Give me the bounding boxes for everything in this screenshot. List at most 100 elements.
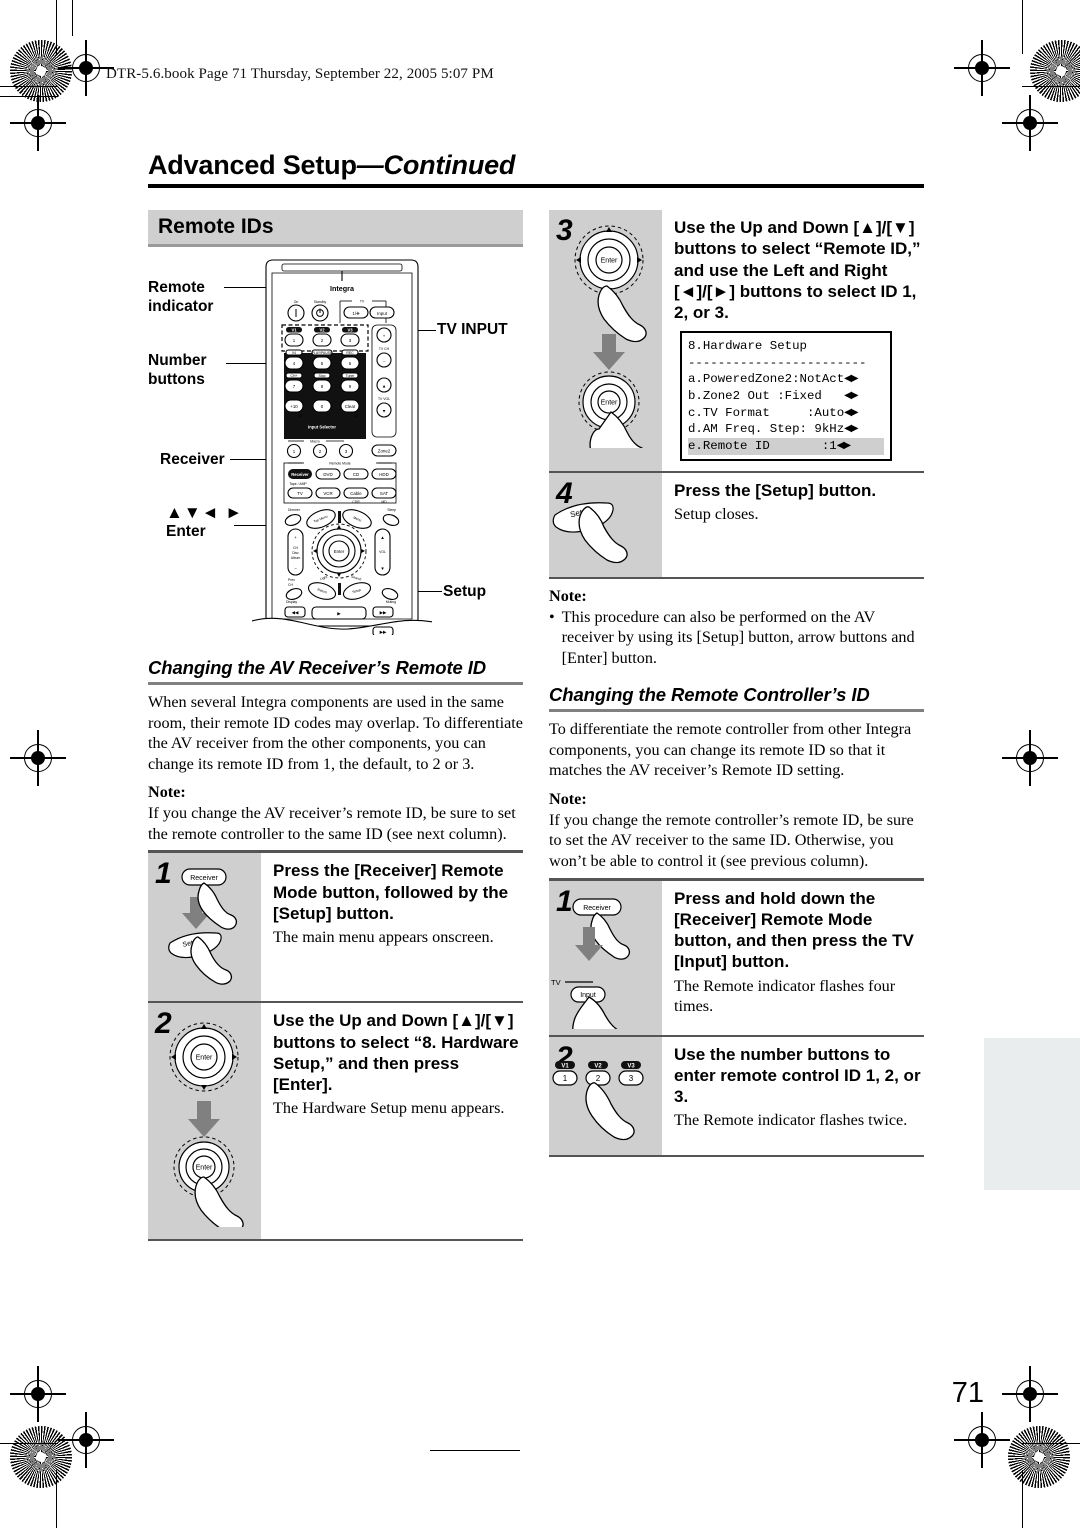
registration-mark-right-middle — [1002, 730, 1058, 786]
lcd-arrow-icon-2: ◀▶ — [844, 406, 858, 418]
remote-body-graphic: .ol{fill:#fff;stroke:#000;stroke-width:1… — [252, 259, 432, 635]
title-divider — [148, 184, 924, 188]
svg-text:2: 2 — [596, 1074, 601, 1083]
svg-text:Prev: Prev — [288, 578, 295, 582]
step-2-left-figure: 2 .w{fill:#fff;stroke:#000;stroke-width:… — [148, 1003, 261, 1240]
step-1-right-sub: The Remote indicator flashes four times. — [674, 976, 896, 1016]
svg-text:DVD: DVD — [323, 472, 332, 477]
step-2-right-heading: Use the number buttons to enter remote c… — [674, 1044, 921, 1107]
svg-text:Sleep: Sleep — [387, 508, 396, 512]
right-note2-label: Note: — [549, 789, 587, 808]
step-2-right-sub: The Remote indicator flashes twice. — [674, 1111, 908, 1130]
registration-mark-left-lower — [10, 1366, 66, 1422]
lcd-menu-row-2: c.TV Format :Auto◀▶ — [688, 405, 884, 422]
callout-arrows-label: ▲▼◄ ► — [166, 503, 244, 522]
svg-text:PLAY/PAUSE: PLAY/PAUSE — [312, 351, 333, 355]
right-steps-top: 3 .w3{fill:#fff;stroke:#000;stroke-width… — [549, 210, 924, 579]
step-1-left-figure: 1 .b{fill:#fff;stroke:#000;stroke-width:… — [148, 853, 261, 1002]
svg-text:CD: CD — [353, 472, 359, 477]
section-header-bar: Remote IDs — [148, 210, 523, 244]
svg-text:Receiver: Receiver — [583, 905, 611, 912]
step-panel-1-left: 1 .b{fill:#fff;stroke:#000;stroke-width:… — [148, 853, 523, 1004]
step-4-figure: 4 .w4{fill:#fff;stroke:#000;stroke-width… — [549, 472, 662, 577]
step-4-figure-graphic: .w4{fill:#fff;stroke:#000;stroke-width:1… — [552, 501, 628, 563]
callout-tv-input: TV INPUT — [437, 321, 508, 340]
svg-text:V2: V2 — [319, 327, 325, 332]
page-number: 71 — [951, 1377, 984, 1409]
lcd-menu-row-0-text: a.PoweredZone2:NotAct — [688, 372, 845, 387]
svg-text:▶▶: ▶▶ — [380, 630, 387, 635]
svg-text:MD: MD — [381, 500, 387, 504]
svg-text:Enter: Enter — [334, 549, 345, 554]
registration-starburst-topright — [1030, 40, 1080, 102]
crop-mark-top-vertical2 — [72, 0, 74, 36]
step-2-left-text: Use the Up and Down [▲]/[▼] buttons to s… — [261, 1003, 523, 1239]
svg-text:Zone2: Zone2 — [378, 449, 391, 454]
left-note-text: If you change the AV receiver’s remote I… — [148, 804, 516, 843]
step-4-text: Press the [Setup] button. Setup closes. — [662, 473, 924, 577]
step-2-right-figure: 2 .bn{fill:#fff;stroke:#000;stroke-width… — [549, 1036, 662, 1155]
svg-text:12: 12 — [354, 414, 358, 418]
svg-text:V2: V2 — [594, 1063, 602, 1069]
svg-text:▶▶: ▶▶ — [380, 610, 387, 615]
step-2-left-figure-graphic: .w{fill:#fff;stroke:#000;stroke-width:1.… — [169, 1022, 244, 1228]
step-1-right-text: Press and hold down the [Receiver] Remot… — [662, 881, 924, 1035]
svg-text:Muting: Muting — [386, 600, 396, 604]
lcd-menu-row-3-text: d.AM Freq. Step: 9kHz — [688, 422, 845, 437]
svg-text:TV: TV — [551, 978, 561, 987]
lcd-arrow-icon-3: ◀▶ — [844, 423, 858, 435]
registration-mark-left-upper — [10, 95, 66, 151]
callout-setup-label: Setup — [443, 583, 487, 600]
section-header-rule — [148, 244, 523, 247]
step-4-heading: Press the [Setup] button. — [674, 480, 877, 500]
callout-remote-indicator-line1: Remote — [148, 279, 205, 296]
bullet-dot-icon: • — [549, 607, 555, 626]
svg-text:V4: V4 — [292, 351, 296, 355]
callout-remote-indicator-line2: indicator — [148, 297, 214, 315]
svg-text:−: − — [294, 566, 297, 571]
svg-text:Tuner: Tuner — [346, 374, 356, 378]
step-1-left-heading: Press the [Receiver] Remote Mode button,… — [273, 861, 509, 923]
crop-mark-top-vertical — [56, 0, 58, 54]
svg-text:▲: ▲ — [380, 535, 384, 540]
right-note-label: Note: — [549, 586, 587, 605]
svg-text:3: 3 — [629, 1074, 634, 1083]
callout-tv-input-label: TV INPUT — [437, 321, 508, 338]
registration-mark-left-middle — [10, 730, 66, 786]
lcd-menu-row-1-text: b.Zone2 Out :Fixed — [688, 389, 845, 404]
svg-text:1/⎈: 1/⎈ — [352, 311, 360, 316]
left-column: Remote IDs Remote indicator Number butto… — [148, 210, 523, 1242]
registration-mark-bottomright — [954, 1412, 1010, 1468]
svg-text:−: − — [383, 358, 386, 363]
svg-text:Clear: Clear — [345, 404, 356, 409]
book-header-line: DTR-5.6.book Page 71 Thursday, September… — [106, 66, 494, 82]
step-panel-2-right: 2 .bn{fill:#fff;stroke:#000;stroke-width… — [549, 1036, 924, 1157]
lcd-menu-wrap: 8.Hardware Setup -----------------------… — [674, 326, 922, 461]
right-subhead: Changing the Remote Controller’s ID — [549, 684, 870, 706]
svg-text:TV CH: TV CH — [379, 347, 390, 351]
registration-mark-right-lower — [1002, 1366, 1058, 1422]
svg-text:Enter: Enter — [196, 1055, 213, 1062]
step-3-figure: 3 .w3{fill:#fff;stroke:#000;stroke-width… — [549, 210, 662, 471]
callout-remote-indicator: Remote indicator — [148, 279, 213, 316]
callout-enter-label: Enter — [166, 523, 206, 541]
svg-text:▲: ▲ — [382, 384, 386, 389]
lcd-arrow-icon-4: ◀▶ — [836, 439, 851, 451]
registration-mark-topleft — [58, 40, 114, 96]
crop-mark-bottomleft-v — [56, 1470, 58, 1528]
callout-number-buttons-line1: Number — [148, 352, 207, 369]
right-note-bullet-text: This procedure can also be performed on … — [561, 607, 915, 667]
two-column-layout: Remote IDs Remote indicator Number butto… — [148, 210, 924, 1242]
lcd-menu-row-1: b.Zone2 Out :Fixed ◀▶ — [688, 388, 884, 405]
registration-mark-right-upper — [1002, 95, 1058, 151]
step-1-right-figure: 1 .br{fill:#fff;stroke:#000;stroke-width… — [549, 880, 662, 1035]
lcd-menu-row-4-selected: e.Remote ID :1◀▶ — [688, 437, 884, 455]
svg-text:Enter: Enter — [196, 1165, 213, 1172]
svg-text:Input Selector: Input Selector — [308, 425, 336, 430]
svg-text:Disc: Disc — [292, 551, 299, 555]
svg-text:SAT: SAT — [380, 491, 389, 496]
left-subhead-rule — [148, 682, 523, 685]
right-note2-text: If you change the remote controller’s re… — [549, 810, 914, 871]
step-3-heading: Use the Up and Down [▲]/[▼] buttons to s… — [674, 218, 921, 322]
crop-mark-topright-h — [1022, 86, 1080, 88]
